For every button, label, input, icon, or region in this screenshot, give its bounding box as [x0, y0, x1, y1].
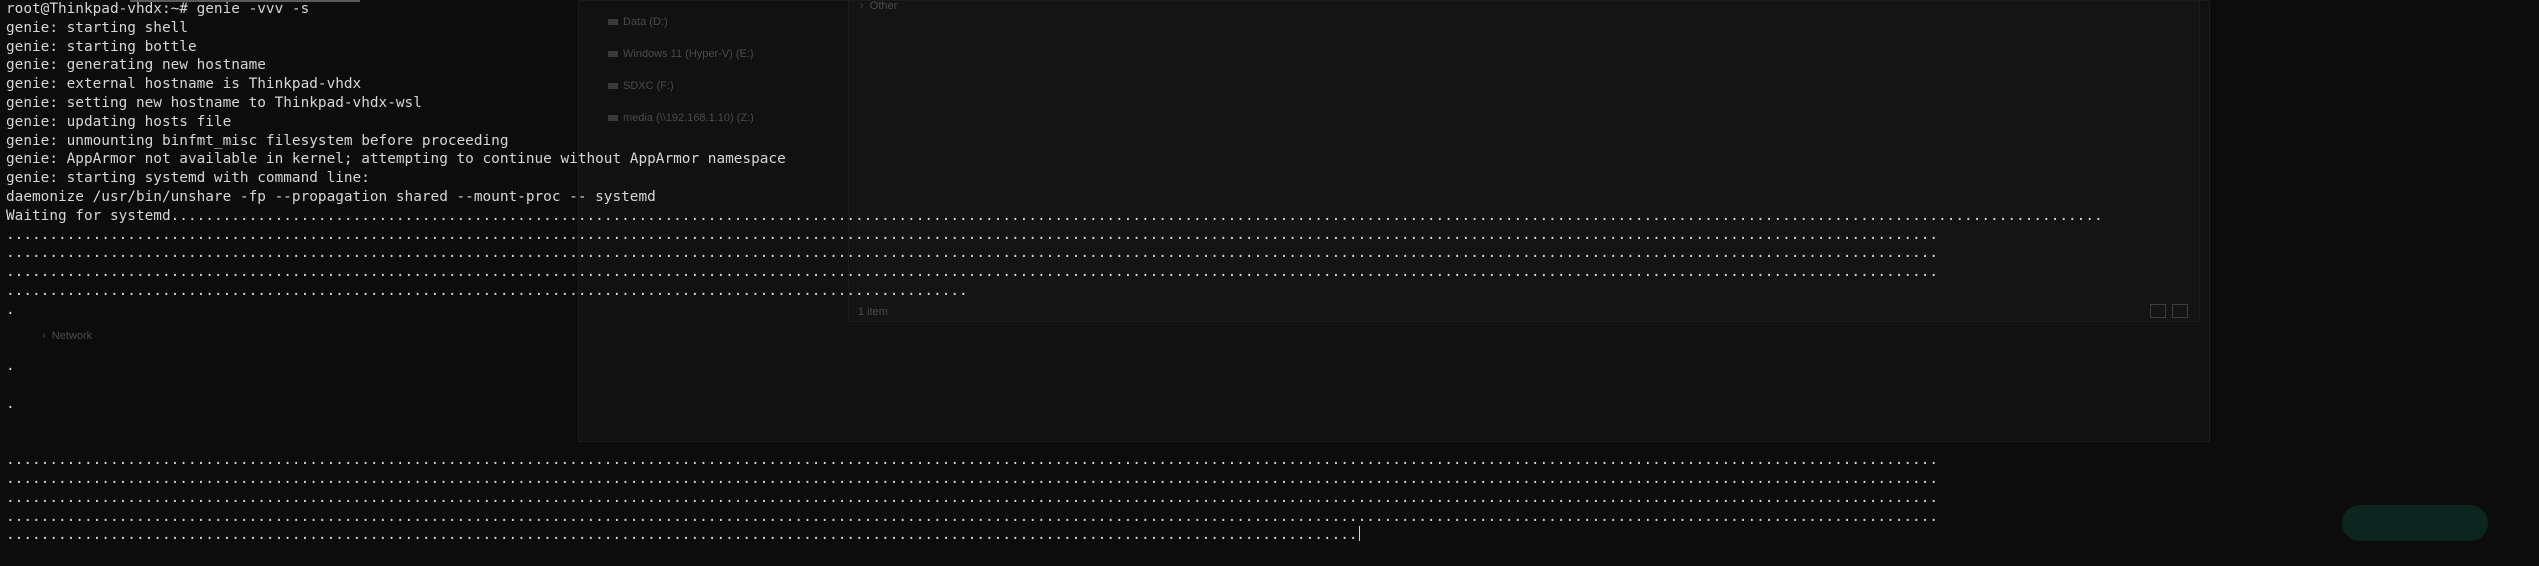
terminal-line: genie: setting new hostname to Thinkpad-…	[6, 94, 422, 111]
terminal-line: genie: external hostname is Thinkpad-vhd…	[6, 76, 362, 93]
progress-dots: ........................................…	[6, 527, 1358, 544]
progress-dots: ........................................…	[6, 245, 1939, 262]
terminal-prompt-line: root@Thinkpad-vhdx:~# genie -vvv -s	[6, 1, 310, 17]
terminal-line: genie: generating new hostname	[6, 57, 266, 74]
terminal-line: ........................................…	[6, 244, 2539, 263]
progress-dots: ........................................…	[6, 452, 1939, 469]
progress-dots: ........................................…	[170, 207, 2103, 224]
terminal-line: ........................................…	[6, 226, 2539, 245]
text-cursor	[1358, 526, 1360, 542]
terminal-line: Waiting for systemd.....................…	[6, 207, 2103, 224]
terminal-line: genie: starting systemd with command lin…	[6, 170, 370, 187]
progress-dots: ........................................…	[6, 508, 1939, 525]
terminal-line: genie: AppArmor not available in kernel;…	[6, 151, 786, 168]
progress-dots: ........................................…	[6, 264, 1939, 281]
terminal-line: genie: unmounting binfmt_misc filesystem…	[6, 132, 509, 149]
terminal-line: ........................................…	[6, 451, 2539, 470]
terminal-line: ........................................…	[6, 489, 2539, 508]
terminal-line: ........................................…	[6, 263, 2539, 282]
terminal-line: genie: updating hosts file	[6, 113, 232, 130]
terminal-line: ........................................…	[6, 282, 2539, 301]
terminal-line: genie: starting bottle	[6, 38, 197, 55]
progress-dots: ........................................…	[6, 489, 1939, 506]
terminal-line: genie: starting shell	[6, 19, 188, 36]
progress-dots: ........................................…	[6, 470, 1939, 487]
terminal-line: ........................................…	[6, 470, 2539, 489]
desktop-screen: Data (D:) Windows 11 (Hyper-V) (E:) SDXC…	[0, 0, 2539, 566]
terminal-line: .	[6, 395, 15, 412]
terminal-line: .	[6, 301, 15, 318]
terminal-log: genie: starting shell genie: starting bot…	[6, 19, 2539, 545]
terminal-output[interactable]: root@Thinkpad-vhdx:~# genie -vvv -s geni…	[0, 0, 2539, 566]
progress-dots: ........................................…	[6, 282, 968, 299]
progress-dots: ........................................…	[6, 226, 1939, 243]
terminal-line: .	[6, 358, 15, 375]
terminal-line: ........................................…	[6, 508, 2539, 527]
terminal-line: ........................................…	[6, 526, 2539, 545]
terminal-line: daemonize /usr/bin/unshare -fp --propaga…	[6, 188, 656, 205]
